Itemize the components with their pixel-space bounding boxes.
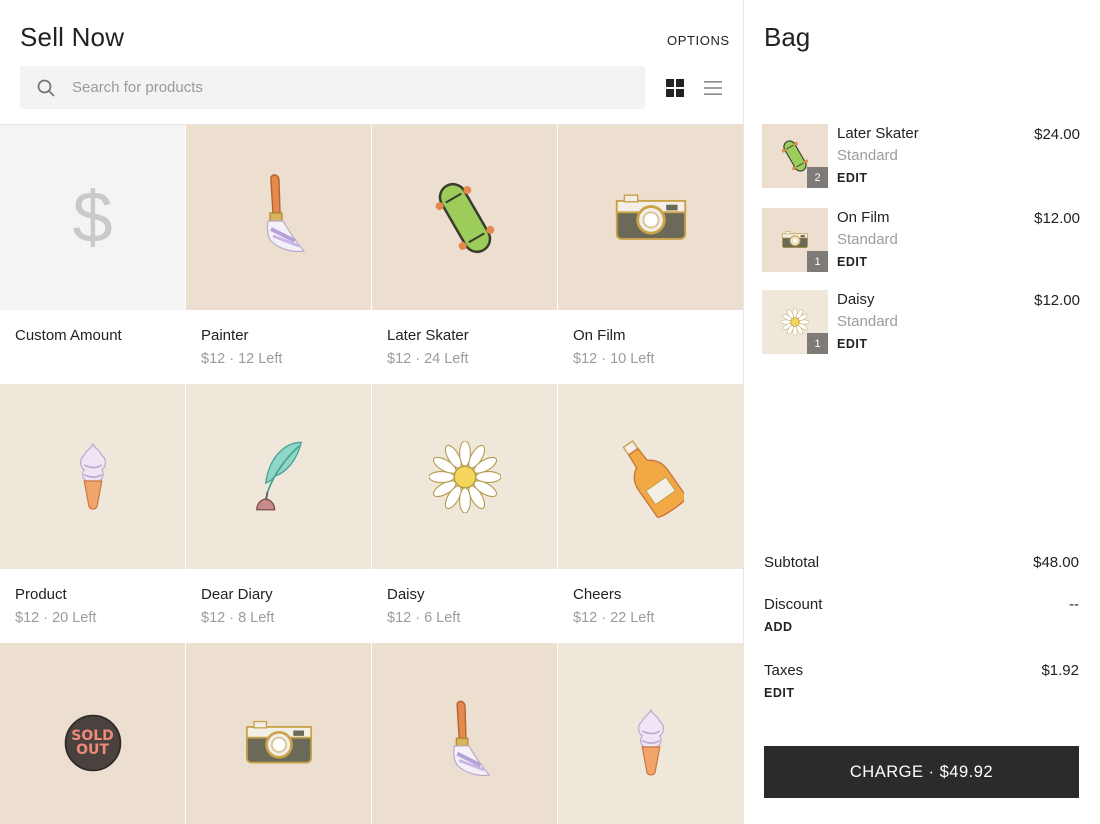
product-name: Cheers: [573, 586, 622, 603]
quantity-badge: 2: [807, 167, 828, 188]
bag-title: Bag: [764, 22, 811, 52]
product-meta: $12 · 8 Left: [201, 610, 275, 626]
product-meta: $12 · 24 Left: [387, 351, 469, 367]
product-tile-painter[interactable]: Painter $12 · 12 Left: [186, 125, 372, 384]
paintbrush-pin-icon: [436, 699, 494, 787]
taxes-value: $1.92: [1041, 662, 1079, 679]
add-discount-button[interactable]: ADD: [764, 620, 793, 634]
product-meta: $12 · 12 Left: [201, 351, 283, 367]
item-variant: Standard: [837, 231, 898, 248]
product-grid: $ Custom Amount Painter $12 · 12 Left La…: [0, 124, 743, 824]
bag-item[interactable]: 1 On Film Standard EDIT $12.00: [762, 208, 1080, 274]
product-meta: $12 · 22 Left: [573, 610, 655, 626]
bag-item[interactable]: 2 Later Skater Standard EDIT $24.00: [762, 124, 1080, 190]
product-tile-product[interactable]: Product $12 · 20 Left: [0, 384, 186, 643]
product-meta: $12 · 6 Left: [387, 610, 461, 626]
item-thumbnail: 1: [762, 290, 828, 354]
subtotal-label: Subtotal: [764, 554, 820, 571]
discount-label: Discount: [764, 596, 823, 613]
quill-pin-icon: [248, 437, 310, 517]
discount-value: --: [1069, 596, 1079, 613]
ice-cream-pin-icon: [73, 438, 113, 516]
product-name: Painter: [201, 327, 249, 344]
product-name: Dear Diary: [201, 586, 273, 603]
product-tile-camera[interactable]: [186, 643, 372, 824]
subtotal-value: $48.00: [1033, 554, 1079, 571]
paintbrush-pin-icon: [249, 173, 309, 263]
sold-out-text: SOLD: [71, 728, 114, 744]
search-bar[interactable]: [20, 66, 645, 109]
camera-pin-icon: [613, 191, 689, 245]
grid-view-icon[interactable]: [666, 79, 684, 97]
ice-cream-pin-icon: [631, 704, 671, 782]
edit-taxes-button[interactable]: EDIT: [764, 686, 794, 700]
product-meta: $12 · 20 Left: [15, 610, 97, 626]
bag-panel: Bag 2 Later Skater Standard EDIT $24.00 …: [745, 0, 1100, 824]
item-price: $12.00: [1034, 210, 1080, 227]
product-tile-dear-diary[interactable]: Dear Diary $12 · 8 Left: [186, 384, 372, 643]
product-tile-paintbrush[interactable]: [372, 643, 558, 824]
skateboard-pin-icon: [435, 173, 495, 263]
item-name: Later Skater: [837, 125, 919, 142]
sold-out-text: OUT: [76, 742, 109, 758]
charge-button[interactable]: CHARGE · $49.92: [764, 746, 1079, 798]
edit-item-button[interactable]: EDIT: [837, 171, 867, 185]
item-name: Daisy: [837, 291, 875, 308]
options-button[interactable]: OPTIONS: [667, 33, 730, 48]
camera-pin-icon: [781, 230, 809, 250]
product-name: On Film: [573, 327, 626, 344]
page-title: Sell Now: [20, 22, 125, 52]
list-view-icon[interactable]: [704, 79, 722, 97]
daisy-pin-icon: [429, 441, 501, 513]
product-tile-ice-cream[interactable]: [558, 643, 743, 824]
search-input[interactable]: [72, 79, 632, 96]
item-thumbnail: 2: [762, 124, 828, 188]
skateboard-pin-icon: [781, 136, 809, 176]
product-tile-custom-amount[interactable]: $ Custom Amount: [0, 125, 186, 384]
product-name: Product: [15, 586, 67, 603]
dollar-sign-icon: $: [0, 125, 185, 310]
product-tile-later-skater[interactable]: Later Skater $12 · 24 Left: [372, 125, 558, 384]
taxes-label: Taxes: [764, 662, 804, 679]
product-name: Later Skater: [387, 327, 469, 344]
item-price: $24.00: [1034, 126, 1080, 143]
edit-item-button[interactable]: EDIT: [837, 255, 867, 269]
bottle-pin-icon: [618, 435, 684, 519]
product-meta: $12 · 10 Left: [573, 351, 655, 367]
quantity-badge: 1: [807, 333, 828, 354]
item-variant: Standard: [837, 147, 898, 164]
item-variant: Standard: [837, 313, 898, 330]
product-name: Custom Amount: [15, 327, 122, 344]
product-panel: Sell Now OPTIONS $ Custom Amount Painter…: [0, 0, 744, 824]
item-price: $12.00: [1034, 292, 1080, 309]
product-tile-sold-out[interactable]: SOLD OUT: [0, 643, 186, 824]
product-tile-cheers[interactable]: Cheers $12 · 22 Left: [558, 384, 743, 643]
item-thumbnail: 1: [762, 208, 828, 272]
search-icon: [20, 66, 72, 109]
bag-item[interactable]: 1 Daisy Standard EDIT $12.00: [762, 290, 1080, 356]
product-name: Daisy: [387, 586, 425, 603]
daisy-pin-icon: [781, 308, 809, 336]
product-tile-daisy[interactable]: Daisy $12 · 6 Left: [372, 384, 558, 643]
product-tile-on-film[interactable]: On Film $12 · 10 Left: [558, 125, 743, 384]
edit-item-button[interactable]: EDIT: [837, 337, 867, 351]
camera-pin-icon: [243, 718, 315, 768]
item-name: On Film: [837, 209, 890, 226]
quantity-badge: 1: [807, 251, 828, 272]
